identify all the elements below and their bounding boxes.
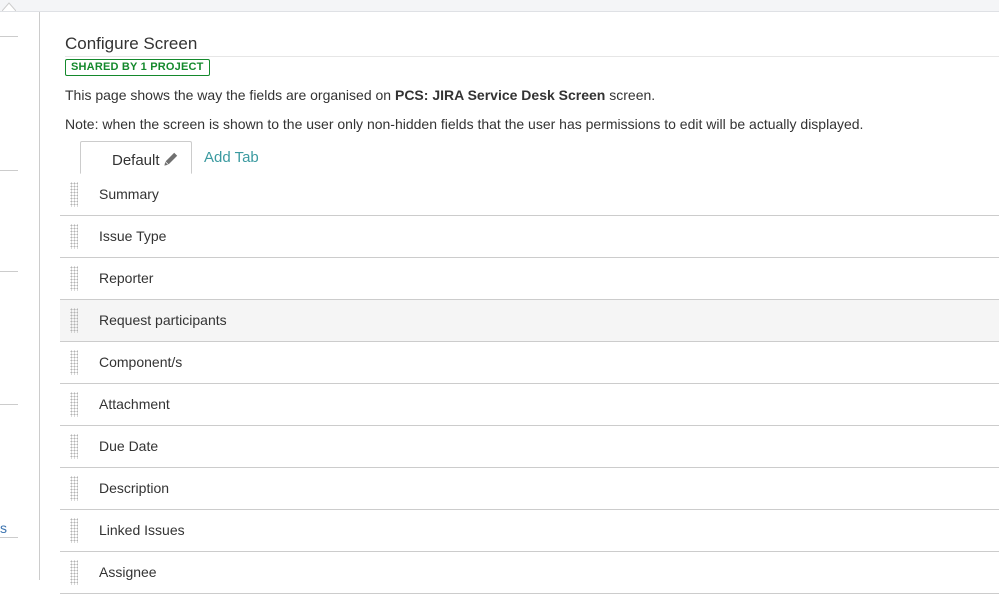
shared-badge-prefix: SHARED BY [71,61,138,73]
sidebar-link-fragment[interactable]: s [0,520,7,536]
page-title: Configure Screen [65,34,198,53]
field-label: Issue Type [99,228,167,244]
drag-handle-icon[interactable] [70,224,78,249]
tab-default-label: Default [112,152,160,169]
shared-badge-suffix: PROJECT [150,61,204,73]
field-row-description[interactable]: Description [60,468,999,510]
drag-handle-icon[interactable] [70,182,78,207]
drag-handle-icon[interactable] [70,518,78,543]
dropdown-arrow-icon [2,2,16,11]
field-label: Due Date [99,438,159,454]
field-label: Summary [99,186,159,202]
field-row-request-participants[interactable]: Request participants [60,300,999,342]
drag-handle-icon[interactable] [70,308,78,333]
screen-tabs: Default Add Tab [60,141,999,175]
field-row-due-date[interactable]: Due Date [60,426,999,468]
sidebar-divider [0,537,18,538]
shared-by-projects-badge[interactable]: SHARED BY 1 PROJECT [65,59,210,76]
sidebar-divider [0,170,18,171]
description-suffix: screen. [609,87,656,103]
field-label: Attachment [99,396,170,412]
field-label: Component/s [99,354,183,370]
shared-badge-count: 1 [140,61,147,73]
screen-description: This page shows the way the fields are o… [65,87,655,103]
field-label: Description [99,480,170,496]
sidebar-divider [0,404,18,405]
field-label: Linked Issues [99,522,185,538]
description-prefix: This page shows the way the fields are o… [65,87,392,103]
field-row-reporter[interactable]: Reporter [60,258,999,300]
field-list: Summary Issue Type Reporter Request part… [60,174,999,594]
screen-name: PCS: JIRA Service Desk Screen [394,87,606,103]
drag-handle-icon[interactable] [70,266,78,291]
permissions-note: Note: when the screen is shown to the us… [65,116,864,132]
field-row-attachment[interactable]: Attachment [60,384,999,426]
title-divider [65,56,999,57]
add-tab-link[interactable]: Add Tab [204,149,259,166]
field-row-issue-type[interactable]: Issue Type [60,216,999,258]
field-label: Reporter [99,270,154,286]
main-content: Configure Screen SHARED BY 1 PROJECT Thi… [40,12,999,594]
field-label: Request participants [99,312,227,328]
drag-handle-icon[interactable] [70,434,78,459]
drag-handle-icon[interactable] [70,350,78,375]
sidebar-divider [0,36,18,37]
drag-handle-icon[interactable] [70,392,78,417]
field-row-components[interactable]: Component/s [60,342,999,384]
field-row-assignee[interactable]: Assignee [60,552,999,594]
field-row-linked-issues[interactable]: Linked Issues [60,510,999,552]
tab-default[interactable]: Default [80,141,192,174]
field-row-summary[interactable]: Summary [60,174,999,216]
top-bar [0,0,999,12]
sidebar-divider [0,271,18,272]
drag-handle-icon[interactable] [70,560,78,585]
sidebar: s [0,12,40,580]
field-label: Assignee [99,564,157,580]
drag-handle-icon[interactable] [70,476,78,501]
pencil-icon[interactable] [164,152,178,166]
